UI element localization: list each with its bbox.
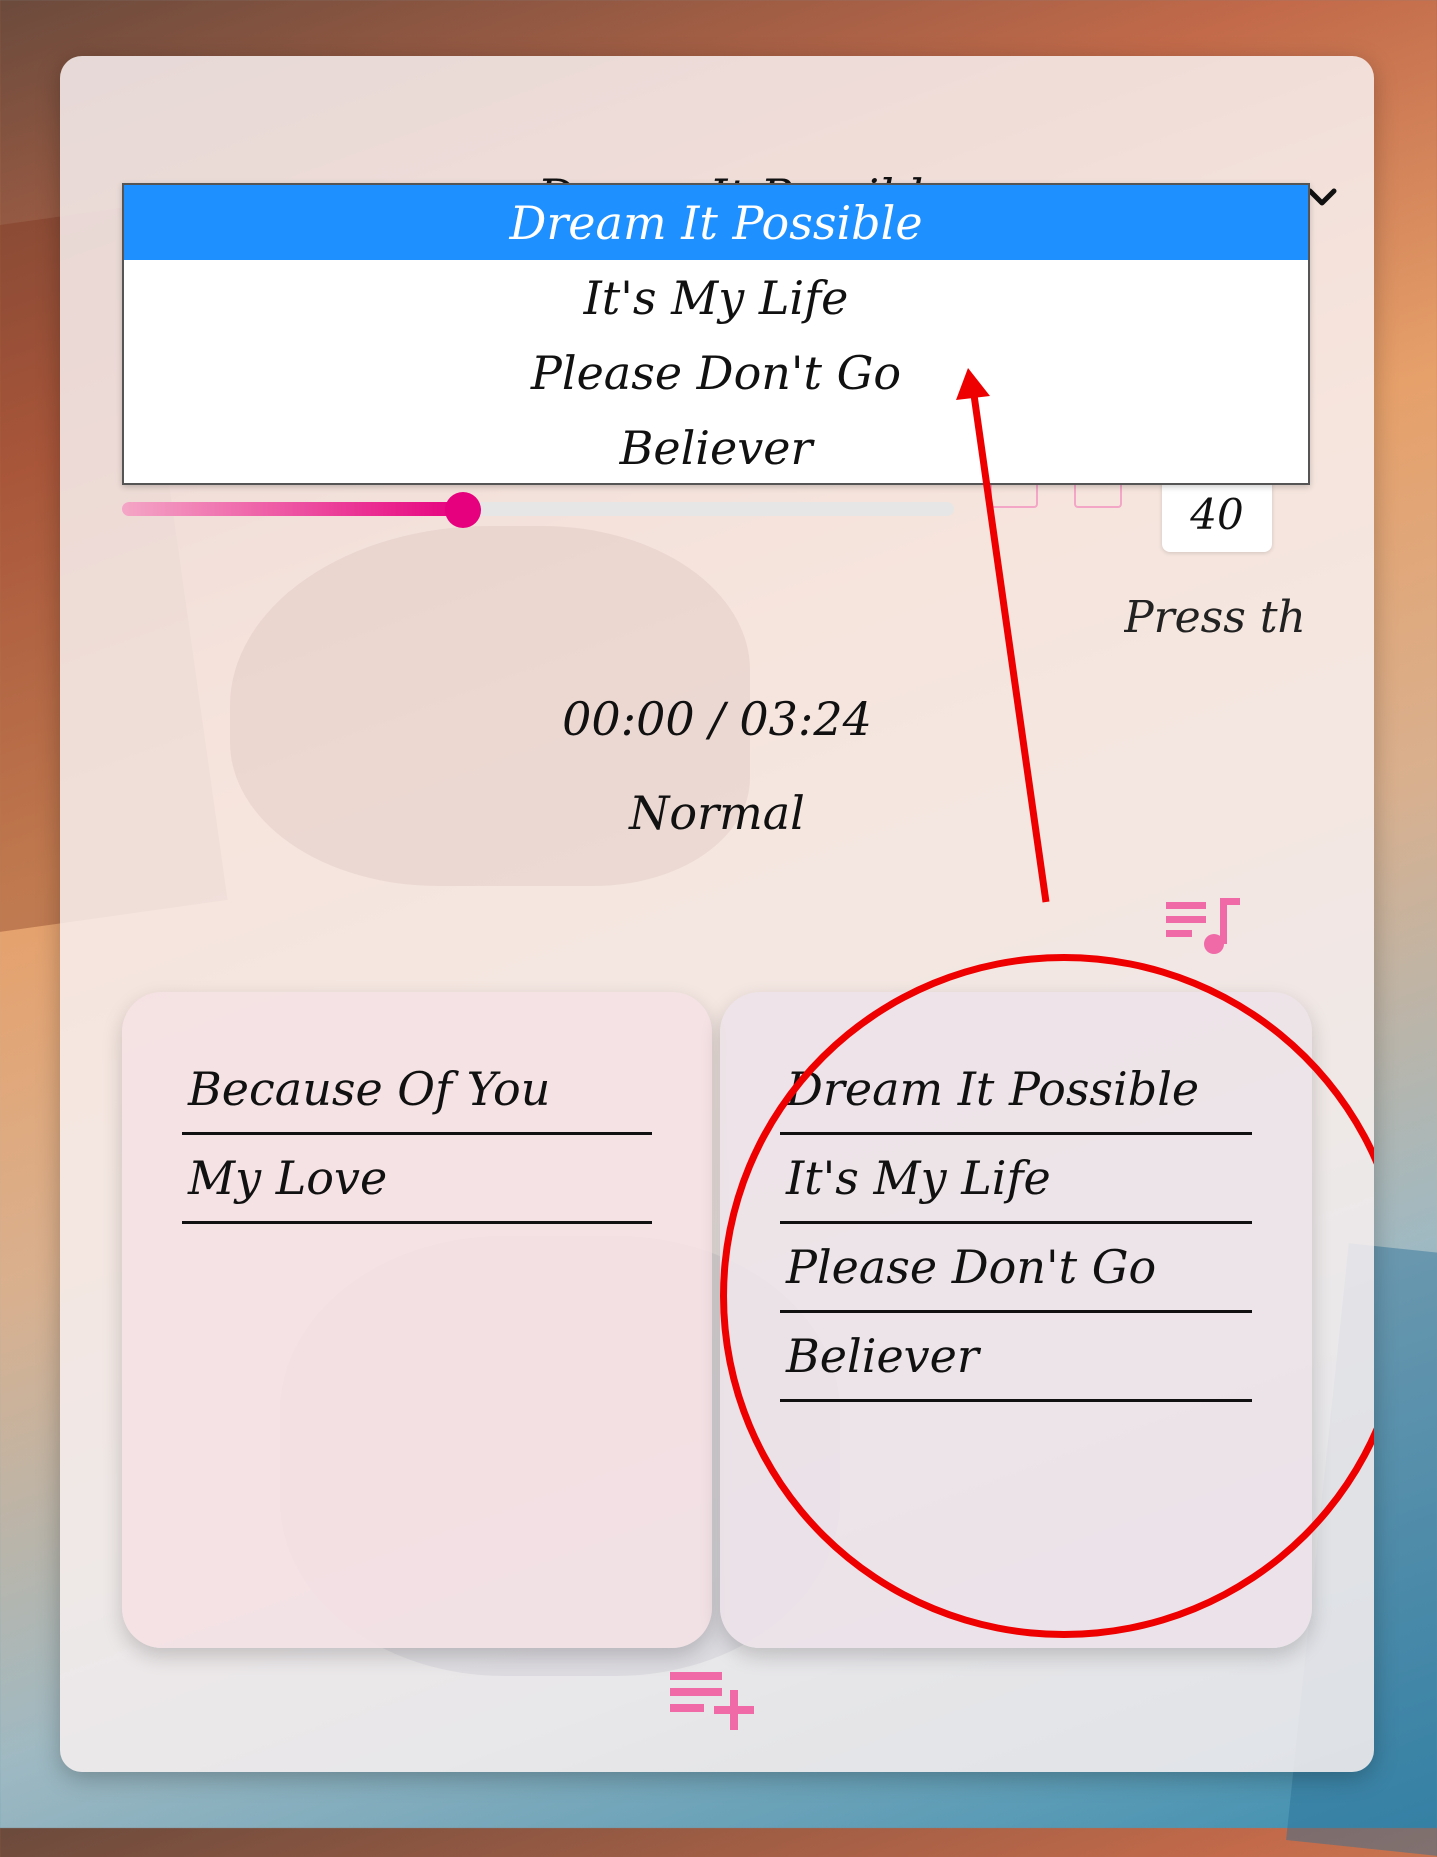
- time-display: 00:00 / 03:24: [562, 692, 872, 746]
- volume-display[interactable]: 40: [1162, 476, 1272, 552]
- dropdown-option[interactable]: Please Don't Go: [124, 335, 1308, 410]
- playlist-add-icon[interactable]: [668, 1664, 764, 1736]
- list-item[interactable]: Dream It Possible: [780, 1056, 1252, 1135]
- player-card: Dream It Possible 40 Press th 00:00 / 03…: [60, 56, 1374, 1772]
- dropdown-option[interactable]: It's My Life: [124, 260, 1308, 335]
- song-list-left: Because Of You My Love: [122, 992, 712, 1648]
- dropdown-option[interactable]: Believer: [124, 410, 1308, 485]
- hint-text: Press th: [1124, 592, 1306, 643]
- song-dropdown-list: Dream It Possible It's My Life Please Do…: [122, 183, 1310, 485]
- song-list-right: Dream It Possible It's My Life Please Do…: [720, 992, 1312, 1648]
- list-item[interactable]: Believer: [780, 1323, 1252, 1402]
- progress-knob[interactable]: [445, 492, 482, 528]
- list-item[interactable]: Please Don't Go: [780, 1234, 1252, 1313]
- progress-fill: [122, 502, 464, 516]
- dropdown-option[interactable]: Dream It Possible: [124, 185, 1308, 260]
- list-item[interactable]: My Love: [182, 1145, 652, 1224]
- play-mode[interactable]: Normal: [60, 786, 1374, 840]
- playlist-music-icon[interactable]: [1164, 894, 1244, 956]
- list-item[interactable]: Because Of You: [182, 1056, 652, 1135]
- list-item[interactable]: It's My Life: [780, 1145, 1252, 1224]
- progress-bar[interactable]: [122, 492, 954, 528]
